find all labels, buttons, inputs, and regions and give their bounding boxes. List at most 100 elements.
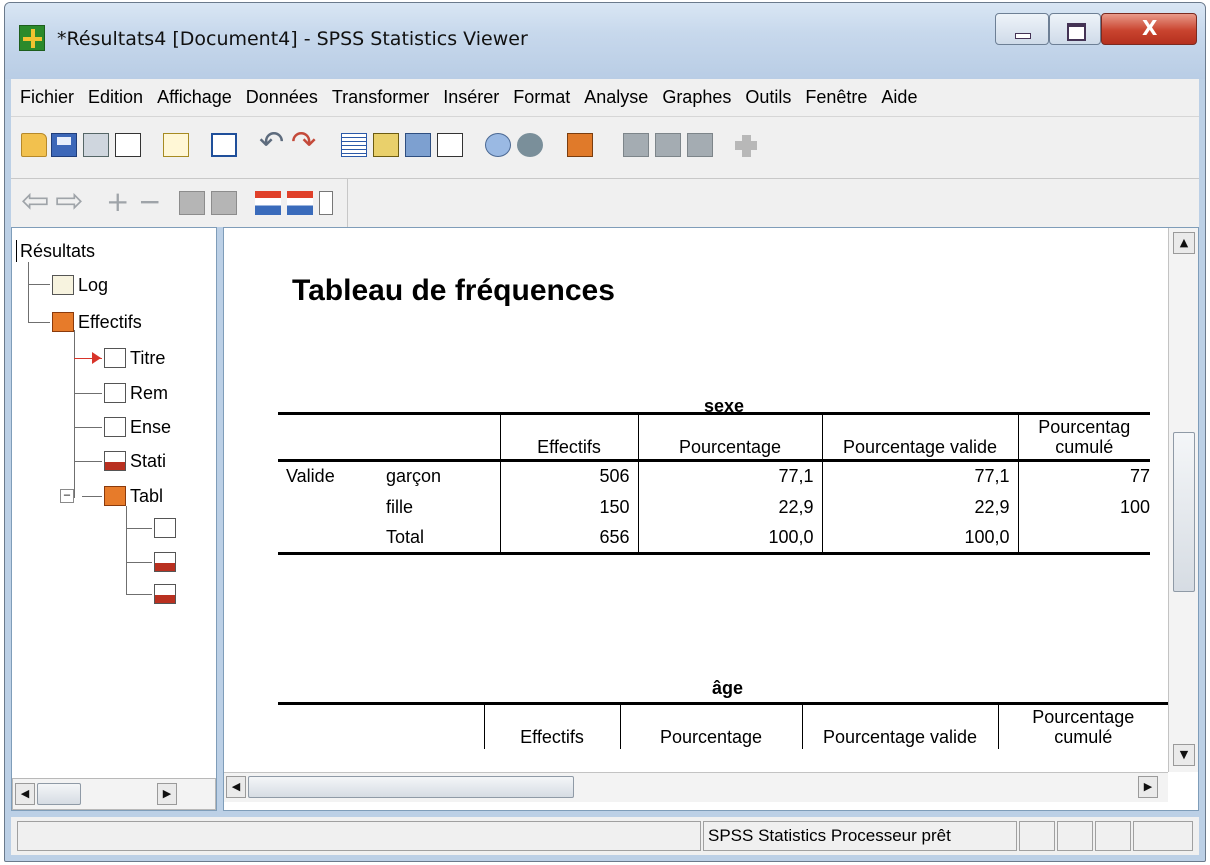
insert-text-icon[interactable] <box>319 191 333 215</box>
outline-item-label: Titre <box>130 347 166 368</box>
menu-graphes[interactable]: Graphes <box>655 87 738 108</box>
table-row: fille 150 22,9 22,9 100 <box>278 491 1150 523</box>
designate-window-icon[interactable] <box>733 133 759 157</box>
menu-outils[interactable]: Outils <box>738 87 798 108</box>
effectifs-cell: 150 <box>499 491 638 523</box>
tree-connector <box>74 330 75 498</box>
frequency-table-sexe[interactable]: Effectifs Pourcentage Pourcentage valide… <box>278 412 1150 555</box>
menu-format[interactable]: Format <box>506 87 577 108</box>
outline-item-log[interactable]: Log <box>52 270 108 300</box>
scroll-right-icon[interactable]: ▶ <box>157 783 177 805</box>
spss-app-icon[interactable] <box>19 25 45 51</box>
expand-icon[interactable] <box>103 185 129 218</box>
close-button[interactable]: X <box>1101 13 1197 45</box>
effectifs-cell: 656 <box>499 522 638 555</box>
go-to-case-icon[interactable] <box>373 133 399 157</box>
export-icon[interactable] <box>163 133 189 157</box>
window-title: *Résultats4 [Document4] - SPSS Statistic… <box>57 28 528 50</box>
table-header-row: Effectifs Pourcentage Pourcentage valide… <box>278 412 1150 462</box>
menu-analyse[interactable]: Analyse <box>577 87 655 108</box>
minimize-button[interactable] <box>995 13 1049 45</box>
outline-root-resultats[interactable]: Résultats <box>20 236 95 266</box>
column-header: Pourcentage valide <box>821 412 1018 462</box>
outline-item-ensemble[interactable]: Ense <box>104 412 171 442</box>
outline-item-effectifs[interactable]: Effectifs <box>52 307 142 337</box>
select-cases-icon[interactable] <box>623 133 649 157</box>
collapse-icon[interactable] <box>135 185 161 218</box>
scroll-thumb[interactable] <box>1173 432 1195 592</box>
menu-edition[interactable]: Edition <box>81 87 150 108</box>
close-icon: X <box>1142 16 1158 40</box>
save-icon[interactable] <box>51 133 77 157</box>
open-icon[interactable] <box>21 133 47 157</box>
scroll-left-icon[interactable]: ◀ <box>226 776 246 798</box>
scroll-thumb[interactable] <box>248 776 574 798</box>
menu-fichier[interactable]: Fichier <box>13 87 81 108</box>
status-cell <box>1133 821 1193 851</box>
menu-fenetre[interactable]: Fenêtre <box>798 87 874 108</box>
use-sets-icon[interactable] <box>485 133 511 157</box>
row-label: Total <box>278 522 500 555</box>
print-icon[interactable] <box>83 133 109 157</box>
table-icon[interactable] <box>154 552 176 572</box>
hide-icon[interactable] <box>211 191 237 215</box>
outline-item-label: Ense <box>130 416 172 437</box>
title-icon[interactable] <box>154 518 176 538</box>
maximize-button[interactable] <box>1049 13 1101 45</box>
weight-cases-icon[interactable] <box>655 133 681 157</box>
pourcentage-valide-cell: 77,1 <box>821 460 1018 492</box>
content-horizontal-scrollbar[interactable]: ◀ ▶ <box>224 772 1168 802</box>
log-icon <box>52 275 74 295</box>
scroll-right-icon[interactable]: ▶ <box>1138 776 1158 798</box>
outline-item-titre[interactable]: Titre <box>104 343 165 373</box>
insert-heading-icon[interactable] <box>255 191 281 215</box>
go-to-variable-icon[interactable] <box>405 133 431 157</box>
outline-item-label: Log <box>78 274 109 295</box>
collapse-node-icon[interactable]: − <box>60 489 74 503</box>
column-header: Effectifs <box>483 702 620 749</box>
menu-transformer[interactable]: Transformer <box>325 87 436 108</box>
scroll-up-icon[interactable]: ▲ <box>1173 232 1195 254</box>
variables-icon[interactable] <box>437 133 463 157</box>
tree-connector <box>126 594 152 595</box>
value-labels-icon[interactable] <box>687 133 713 157</box>
scroll-thumb[interactable] <box>37 783 81 805</box>
scroll-left-icon[interactable]: ◀ <box>15 783 35 805</box>
menu-donnees[interactable]: Données <box>239 87 325 108</box>
outline-item-label: Rem <box>130 382 169 403</box>
forward-arrow-icon[interactable] <box>55 181 85 221</box>
outline-item-label: Stati <box>130 450 167 471</box>
outline-item-statistiques[interactable]: Stati <box>104 446 166 476</box>
table-row: Valide garçon 506 77,1 77,1 77 <box>278 460 1150 492</box>
insert-title-icon[interactable] <box>287 191 313 215</box>
menu-affichage[interactable]: Affichage <box>150 87 239 108</box>
title-icon <box>104 348 126 368</box>
show-icon[interactable] <box>179 191 205 215</box>
show-all-variables-icon[interactable] <box>517 133 543 157</box>
column-header: Pourcentage <box>637 412 822 462</box>
undo-icon[interactable] <box>259 125 285 160</box>
scroll-down-icon[interactable]: ▼ <box>1173 744 1195 766</box>
go-to-data-icon[interactable] <box>341 133 367 157</box>
dataset-icon <box>104 417 126 437</box>
menu-inserer[interactable]: Insérer <box>436 87 506 108</box>
redo-icon[interactable] <box>291 125 317 160</box>
tree-connector <box>74 393 102 394</box>
recall-dialog-icon[interactable] <box>211 133 237 157</box>
outline-item-label: Effectifs <box>78 311 142 332</box>
outline-item-tableau[interactable]: Tabl <box>104 481 163 511</box>
table-icon[interactable] <box>154 584 176 604</box>
back-arrow-icon[interactable] <box>21 181 51 221</box>
content-vertical-scrollbar[interactable]: ▲ ▼ <box>1168 228 1198 772</box>
outline-item-remarques[interactable]: Rem <box>104 378 168 408</box>
outline-horizontal-scrollbar[interactable]: ◀ ▶ <box>12 778 216 810</box>
status-message <box>17 821 701 851</box>
print-preview-icon[interactable] <box>115 133 141 157</box>
split-file-icon[interactable] <box>567 133 593 157</box>
column-header: Pourcentag cumulé <box>1017 412 1150 462</box>
frequency-table-age[interactable]: Effectifs Pourcentage Pourcentage valide… <box>278 702 1168 749</box>
table-caption-age: âge <box>712 678 744 698</box>
title-bar[interactable]: *Résultats4 [Document4] - SPSS Statistic… <box>5 3 1205 79</box>
menu-aide[interactable]: Aide <box>874 87 924 108</box>
current-item-arrow-icon <box>92 352 101 364</box>
